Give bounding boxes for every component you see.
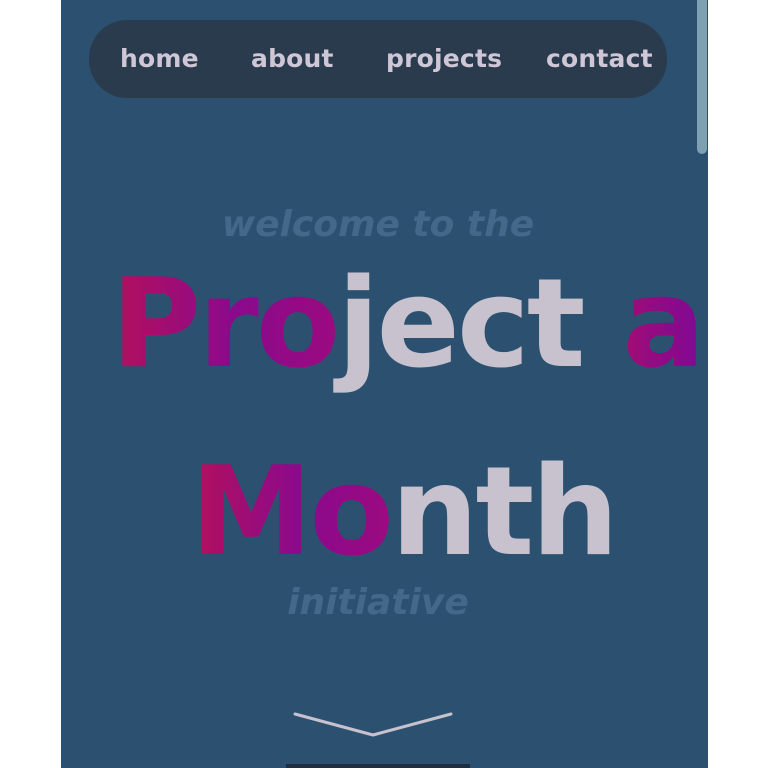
hero-title-plain-part: nth (390, 441, 619, 584)
hero-title-gradient-part: a (582, 253, 705, 396)
hero-title-gradient-part: Mo (190, 441, 394, 584)
hero-title-line-2: Month (190, 451, 619, 574)
scrollbar-thumb[interactable] (697, 0, 707, 154)
vertical-scrollbar[interactable] (697, 0, 708, 768)
nav-about-link[interactable]: about (251, 43, 334, 75)
chevron-down-icon[interactable] (293, 704, 453, 744)
bottom-indicator-bar (286, 764, 470, 768)
nav-projects-link[interactable]: projects (386, 43, 502, 75)
nav-contact-link[interactable]: contact (546, 43, 653, 75)
hero-title-line-1: Project a (111, 263, 705, 386)
top-navigation: home about projects contact (89, 20, 667, 98)
hero-kicker: welcome to the (221, 204, 535, 245)
nav-home-link[interactable]: home (120, 43, 199, 75)
page-viewport: home about projects contact welcome to t… (61, 0, 708, 768)
hero-subtitle: initiative (287, 582, 469, 623)
hero-title-gradient-part: Pro (111, 253, 340, 396)
hero-title-plain-part: ject (337, 253, 585, 396)
